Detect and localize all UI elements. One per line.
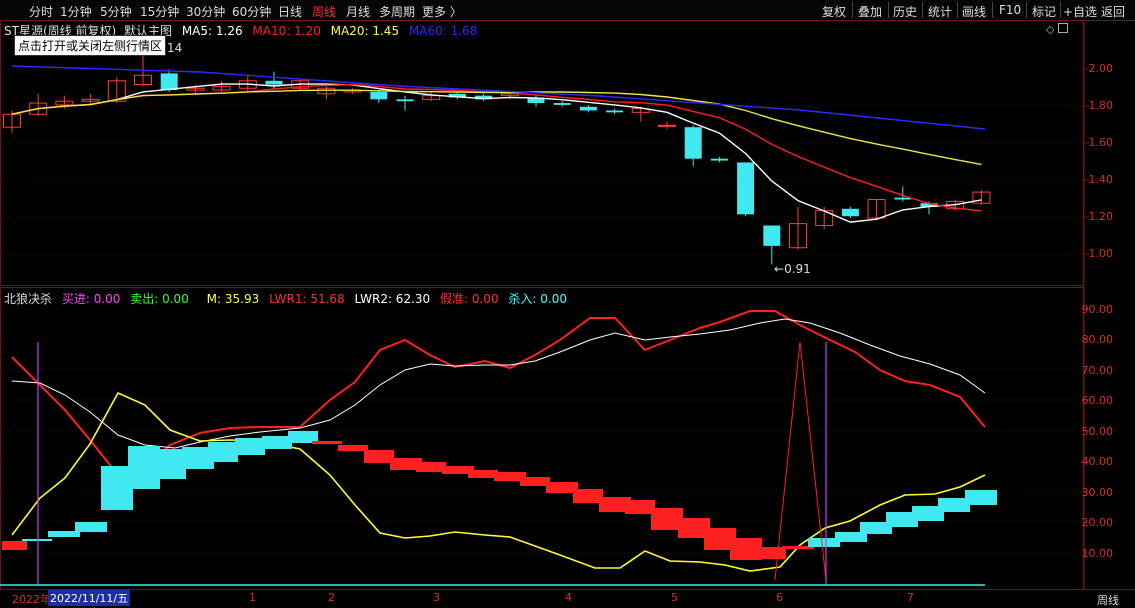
ma5-value: MA5: 1.26 — [181, 24, 243, 38]
y-tick: 1.80 — [1088, 99, 1114, 112]
histogram-bar — [235, 438, 265, 455]
histogram-bar — [128, 446, 160, 489]
candle-body-down — [841, 208, 859, 217]
y-tick: 80.00 — [1081, 333, 1114, 346]
ma60-value: MA60: 1.68 — [408, 24, 478, 38]
sell-value: 卖出: 0.00 — [130, 292, 189, 306]
fake-value: 假准: 0.00 — [440, 292, 499, 306]
ma20-value: MA20: 1.45 — [330, 24, 400, 38]
candle-body-down — [737, 162, 755, 215]
m-value: M: 35.93 — [206, 292, 260, 306]
low-price-value: 0.91 — [784, 262, 811, 276]
histogram-bar — [416, 462, 446, 472]
y-tick: 10.00 — [1081, 547, 1114, 560]
x-month-label: 7 — [907, 591, 914, 604]
y-tick: 70.00 — [1081, 364, 1114, 377]
lwr2-value: LWR2: 62.30 — [354, 292, 431, 306]
y-tick: 60.00 — [1081, 394, 1114, 407]
histogram-bar — [965, 490, 997, 505]
histogram-bar — [158, 449, 186, 479]
x-month-label: 3 — [433, 591, 440, 604]
histogram-bar — [520, 477, 550, 486]
y-tick: 50.00 — [1081, 425, 1114, 438]
lwr2-line — [11, 318, 986, 449]
candle-body-down — [763, 225, 781, 246]
y-tick: 40.00 — [1081, 455, 1114, 468]
y-tick: 90.00 — [1081, 303, 1114, 316]
selected-date: 2022/11/11/五 — [48, 590, 131, 606]
y-tick: 30.00 — [1081, 486, 1114, 499]
sub-legend: 北狼决杀 买进: 0.00 卖出: 0.00 M: 35.93 LWR1: 51… — [4, 290, 567, 307]
candle-body-up — [658, 124, 676, 127]
histogram-bar — [468, 470, 498, 478]
histogram-bar — [625, 500, 655, 514]
y-tick: 1.20 — [1088, 210, 1114, 223]
sub-indicator-title[interactable]: 北狼决杀 — [4, 292, 52, 306]
buy-value: 买进: 0.00 — [61, 292, 121, 306]
y-tick: 1.40 — [1088, 173, 1114, 186]
x-month-label: 4 — [565, 591, 572, 604]
candle-body-down — [606, 110, 624, 113]
ma10-line — [11, 83, 982, 212]
candle-body-down — [579, 106, 597, 111]
candle-body-down — [684, 127, 702, 159]
low-price-label: ←0.91 — [774, 262, 811, 276]
histogram-bar — [2, 541, 27, 550]
histogram-bar — [75, 522, 107, 532]
sub-panel-frame — [0, 287, 1084, 590]
lwr1-value: LWR1: 51.68 — [269, 292, 345, 306]
x-month-label: 6 — [776, 591, 783, 604]
histogram-bar — [364, 450, 394, 463]
y-tick: 1.60 — [1088, 136, 1114, 149]
panel-controls[interactable]: ◇ — [1046, 23, 1068, 36]
y-tick: 1.00 — [1088, 247, 1114, 260]
x-month-label: 2 — [328, 591, 335, 604]
y-tick: 20.00 — [1081, 516, 1114, 529]
candle-body-down — [553, 103, 571, 105]
maximize-icon[interactable] — [1057, 23, 1068, 33]
toggle-left-panel-tooltip: 点击打开或关闭左侧行情区 — [14, 35, 167, 56]
ma5-line — [11, 83, 982, 223]
histogram-bar — [573, 489, 603, 503]
candle-body-down — [160, 73, 178, 91]
candle-body-down — [370, 91, 388, 100]
x-year-label: 2022年 — [12, 593, 51, 606]
kill-value: 杀入: 0.00 — [508, 292, 567, 306]
candle-body-down — [265, 80, 283, 85]
y-tick: 2.00 — [1088, 62, 1114, 75]
ma10-value: MA10: 1.20 — [252, 24, 321, 38]
histogram-bar — [338, 445, 368, 451]
candle-body-down — [396, 99, 414, 102]
candle-body-down — [710, 158, 728, 161]
histogram-bar — [312, 441, 342, 444]
histogram-bar — [208, 442, 238, 462]
period-label[interactable]: 周线 — [1097, 592, 1119, 608]
histogram-bar — [262, 436, 292, 449]
histogram-bar — [756, 547, 786, 559]
histogram-bar — [22, 539, 52, 541]
x-month-label: 5 — [671, 591, 678, 604]
high-price-label: 14 — [167, 41, 183, 55]
x-month-label: 1 — [249, 591, 256, 604]
ma20-line — [11, 89, 982, 166]
